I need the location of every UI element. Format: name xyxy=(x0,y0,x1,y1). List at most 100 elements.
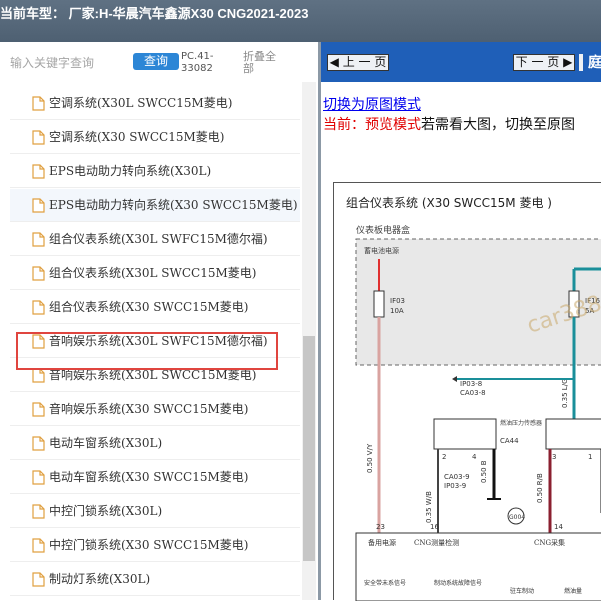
document-icon xyxy=(32,198,45,213)
wiring-diagram: 组合仪表系统 (X30 SWCC15M 菱电 ) 仪表板电器盒 蓄电池电源 IF… xyxy=(333,182,601,602)
document-icon xyxy=(32,436,45,451)
list-item[interactable]: 音响娱乐系统(X30 SWCC15M菱电) xyxy=(10,393,300,426)
document-icon xyxy=(32,470,45,485)
wiring-diagram-svg: 组合仪表系统 (X30 SWCC15M 菱电 ) 仪表板电器盒 蓄电池电源 IF… xyxy=(346,195,601,602)
list-scrollbar[interactable] xyxy=(302,82,316,600)
current-mode-name: 预览模式 xyxy=(365,117,421,133)
list-item-label: 制动灯系统(X30L) xyxy=(49,572,151,586)
power-label: 蓄电池电源 xyxy=(364,246,399,255)
list-item-label: 组合仪表系统(X30L SWFC15M德尔福) xyxy=(49,232,268,246)
list-item-label: 电动车窗系统(X30L) xyxy=(49,436,163,450)
bottom-label-1: 备用电源 xyxy=(368,538,396,547)
list-item[interactable]: 中控门锁系统(X30 SWCC15M菱电) xyxy=(10,529,300,562)
fuel-sensor-module xyxy=(433,418,497,450)
switch-original-mode-link[interactable]: 切换为原图模式 xyxy=(323,94,421,114)
search-button[interactable]: 查询 xyxy=(133,53,179,70)
document-icon xyxy=(32,368,45,383)
list-item[interactable]: 电动车窗系统(X30 SWCC15M菱电) xyxy=(10,461,300,494)
prev-arrow-icon: ◀ xyxy=(329,55,339,69)
catalog-panel: 查询 PC.41-33082 折叠全部 空调系统(X30L SWCC15M菱电)… xyxy=(0,42,318,600)
prev-page-label: 上 一 页 xyxy=(342,55,387,69)
fuse1-label: IF03 xyxy=(390,297,405,305)
page-nav-bar: ◀ 上 一 页 下 一 页 ▶ 庭 xyxy=(321,42,601,82)
vehicle-title: 当前车型： 厂家:H-华晨汽车鑫源X30 CNG2021-2023 xyxy=(0,6,309,21)
wire1-label: 0.50 V/Y xyxy=(366,443,374,473)
pin-16: 16 xyxy=(430,523,439,531)
second-module xyxy=(545,418,601,450)
list-item[interactable]: 空调系统(X30L SWCC15M菱电) xyxy=(10,87,300,120)
document-icon xyxy=(32,164,45,179)
pin-23: 23 xyxy=(376,523,385,531)
conn2-label: CA03-9 xyxy=(444,473,470,481)
nav-extra-button[interactable]: 庭 xyxy=(588,52,601,72)
document-icon xyxy=(32,300,45,315)
panel-box-label: 仪表板电器盒 xyxy=(356,224,410,236)
document-icon xyxy=(32,96,45,111)
list-item-label: EPS电动助力转向系统(X30L) xyxy=(49,164,212,178)
ground-label: G004 xyxy=(509,514,525,521)
list-item-label: 音响娱乐系统(X30 SWCC15M菱电) xyxy=(49,402,249,416)
bottom-label-2: CNG测量检测 xyxy=(414,538,459,547)
current-mode-line: 当前：预览模式若需看大图，切换至原图 xyxy=(323,114,575,134)
pc-code-label: PC.41-33082 xyxy=(181,51,214,74)
conn1b-label: CA03-8 xyxy=(460,389,486,397)
list-item-label: 组合仪表系统(X30L SWCC15M菱电) xyxy=(49,266,257,280)
wire4-label: 0.50 B xyxy=(480,460,488,483)
list-item[interactable]: 组合仪表系统(X30 SWCC15M菱电) xyxy=(10,291,300,324)
document-icon xyxy=(32,538,45,553)
bottom-label-6: 驻车制动 xyxy=(510,587,534,595)
document-icon xyxy=(32,130,45,145)
wire3-label: 0.35 W/B xyxy=(425,491,433,523)
list-item[interactable]: 电动车窗系统(X30L) xyxy=(10,427,300,460)
list-item[interactable]: 制动灯系统(X30L) xyxy=(10,563,300,596)
top-header: 当前车型： 厂家:H-华晨汽车鑫源X30 CNG2021-2023 xyxy=(0,0,601,42)
conn2b-label: IP03-9 xyxy=(444,482,466,490)
search-input[interactable] xyxy=(10,54,130,72)
wire2-label: 0.35 L/G xyxy=(561,379,569,409)
module-name: 燃油压力传感器 xyxy=(500,419,542,427)
nav-divider xyxy=(579,54,583,71)
document-icon xyxy=(32,266,45,281)
list-item-label: EPS电动助力转向系统(X30 SWCC15M菱电) xyxy=(49,198,298,212)
pin-14: 14 xyxy=(554,523,563,531)
pin-3: 3 xyxy=(552,453,556,461)
list-item[interactable]: 组合仪表系统(X30L SWCC15M菱电) xyxy=(10,257,300,290)
collapse-all-button[interactable]: 折叠全部 xyxy=(243,51,283,75)
list-item-label: 电动车窗系统(X30 SWCC15M菱电) xyxy=(49,470,249,484)
fuse-if03 xyxy=(373,290,385,318)
next-page-button[interactable]: 下 一 页 ▶ xyxy=(513,54,575,71)
current-mode-prefix: 当前： xyxy=(323,117,365,133)
next-page-label: 下 一 页 xyxy=(515,55,560,69)
bottom-label-7: 燃油量 xyxy=(564,587,582,595)
wire5-label: 0.50 R/B xyxy=(536,473,544,503)
document-icon xyxy=(32,504,45,519)
list-item[interactable]: EPS电动助力转向系统(X30 SWCC15M菱电) xyxy=(10,189,300,222)
viewer-panel: ◀ 上 一 页 下 一 页 ▶ 庭 切换为原图模式 当前：预览模式若需看大图，切… xyxy=(318,42,601,602)
mode-hint: 若需看大图，切换至原图 xyxy=(421,117,575,133)
bottom-label-3: CNG采集 xyxy=(534,538,565,547)
module-code: CA44 xyxy=(500,437,519,445)
search-row: 查询 PC.41-33082 折叠全部 xyxy=(0,42,318,82)
prev-page-button[interactable]: ◀ 上 一 页 xyxy=(327,54,389,71)
list-item[interactable]: 空调系统(X30 SWCC15M菱电) xyxy=(10,121,300,154)
list-item[interactable]: 中控门锁系统(X30L) xyxy=(10,495,300,528)
document-icon xyxy=(32,402,45,417)
list-item[interactable]: 组合仪表系统(X30L SWFC15M德尔福) xyxy=(10,223,300,256)
fuse1-amp: 10A xyxy=(390,307,404,315)
list-item-label: 中控门锁系统(X30L) xyxy=(49,504,163,518)
bottom-label-4: 安全带未系信号 xyxy=(364,579,406,587)
pin-2: 2 xyxy=(442,453,446,461)
conn1-label: IP03-8 xyxy=(460,380,482,388)
diagram-title: 组合仪表系统 (X30 SWCC15M 菱电 ) xyxy=(346,195,552,210)
scrollbar-thumb[interactable] xyxy=(303,336,315,561)
pin-4: 4 xyxy=(472,453,477,461)
document-icon xyxy=(32,572,45,587)
list-item[interactable]: EPS电动助力转向系统(X30L) xyxy=(10,155,300,188)
list-item-label: 中控门锁系统(X30 SWCC15M菱电) xyxy=(49,538,249,552)
list-item-label: 组合仪表系统(X30 SWCC15M菱电) xyxy=(49,300,249,314)
connector-arrow-icon xyxy=(452,376,457,382)
list-item-label: 空调系统(X30 SWCC15M菱电) xyxy=(49,130,225,144)
bottom-label-5: 制动系统故障信号 xyxy=(434,579,482,587)
next-arrow-icon: ▶ xyxy=(563,55,573,69)
selected-item-highlight xyxy=(16,332,278,370)
